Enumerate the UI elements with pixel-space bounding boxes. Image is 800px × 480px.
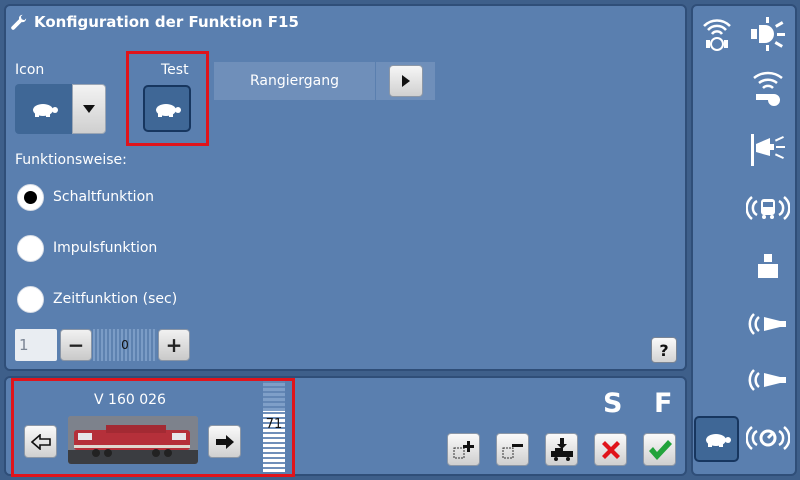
next-loco-button[interactable] [208,425,241,458]
turtle-icon [33,104,58,117]
download-loco-icon [550,437,573,461]
function-name-field[interactable]: Rangiergang [214,62,375,100]
icon-dropdown-button[interactable] [72,84,106,134]
turtle-icon [156,103,181,117]
test-function-button[interactable] [143,85,191,132]
whistle-icon[interactable] [745,66,790,110]
arrow-left-outline-icon [30,433,51,450]
selected-function-turtle[interactable] [694,416,739,462]
radio-label-zeitfunktion: Zeitfunktion (sec) [53,291,178,307]
loco-image[interactable] [68,416,198,464]
loco-name: V 160 026 [94,392,166,408]
radio-impulsfunktion[interactable] [17,235,44,262]
close-icon [601,440,620,459]
radio-schaltfunktion[interactable] [17,184,44,211]
page-title: Konfiguration der Funktion F15 [34,13,299,31]
f-label: F [654,388,673,419]
add-function-button[interactable] [447,433,480,466]
time-input[interactable]: 1 [15,329,57,361]
selected-icon-preview[interactable] [15,84,73,134]
radio-label-impulsfunktion: Impulsfunktion [53,240,158,256]
decrement-button[interactable]: − [60,329,92,361]
horn-left-icon[interactable] [745,302,790,346]
s-label: S [603,388,623,419]
add-icon [453,440,474,458]
remove-icon [502,443,523,458]
help-button[interactable]: ? [651,337,677,363]
increment-button[interactable]: + [158,329,190,361]
radio-sound-icon[interactable] [694,12,739,56]
prev-loco-button[interactable] [24,425,57,458]
cancel-button[interactable] [594,433,627,466]
mode-label: Funktionsweise: [15,152,127,168]
chevron-down-icon [83,105,95,113]
speed-value: 71 [265,417,283,432]
light-icon[interactable] [745,12,790,56]
brake-sound-icon[interactable] [745,416,790,460]
icon-label: Icon [15,62,45,78]
remove-function-button[interactable] [496,433,529,466]
load-loco-button[interactable] [545,433,578,466]
locomotive-icon [68,416,198,464]
function-name-next [376,62,435,100]
radio-label-schaltfunktion: Schaltfunktion [53,189,155,205]
check-icon [648,439,672,460]
horn-left-2-icon[interactable] [745,358,790,402]
play-right-icon [401,75,410,87]
confirm-button[interactable] [643,433,676,466]
function-config-panel [4,4,687,371]
weight-icon[interactable] [745,244,790,288]
wrench-icon [11,14,27,30]
time-value-display: 0 [93,329,157,361]
arrow-right-icon [215,434,234,449]
coupler-sound-icon[interactable] [745,186,790,230]
radio-zeitfunktion[interactable] [17,286,44,313]
horn-icon[interactable] [745,128,790,172]
turtle-icon [705,434,731,447]
next-name-button[interactable] [388,65,423,97]
